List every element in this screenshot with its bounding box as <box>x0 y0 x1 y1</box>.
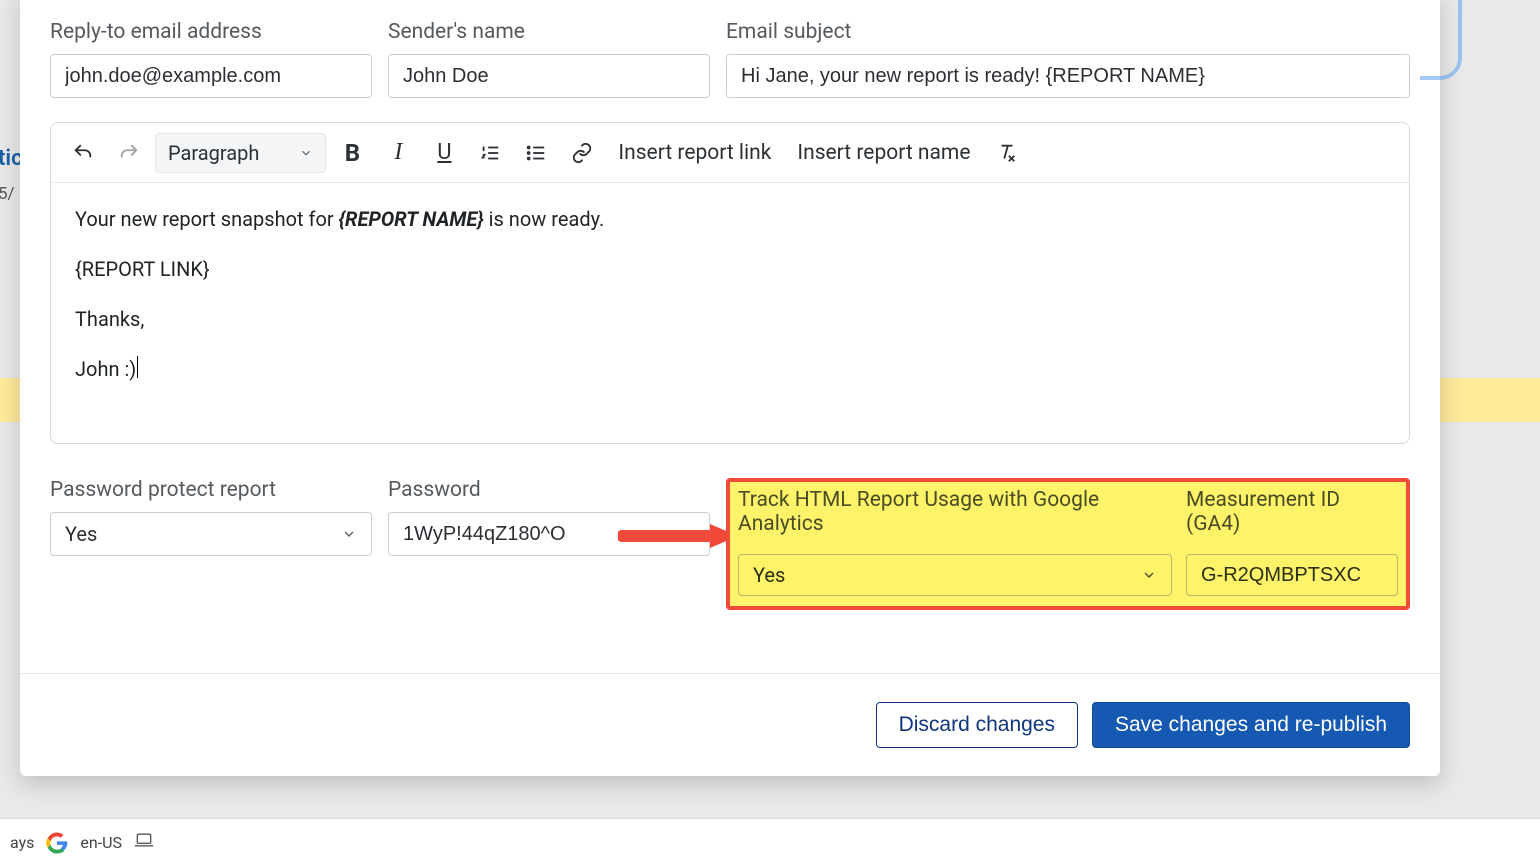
ga-measurement-id-label: Measurement ID (GA4) <box>1186 488 1398 536</box>
chevron-down-icon <box>1141 567 1157 583</box>
modal-footer: Discard changes Save changes and re-publ… <box>20 673 1440 776</box>
redo-button[interactable] <box>109 133 149 173</box>
reply-to-input[interactable] <box>50 54 372 98</box>
google-icon <box>46 832 68 854</box>
ga-measurement-id-input[interactable] <box>1186 554 1398 596</box>
ga-track-value: Yes <box>753 563 785 587</box>
text-cursor <box>137 356 138 378</box>
password-protect-label: Password protect report <box>50 478 372 502</box>
status-locale: en-US <box>80 833 122 852</box>
editor-line: {REPORT LINK} <box>75 253 1385 285</box>
editor-toolbar: Paragraph B I U Insert report link Inser… <box>51 123 1409 183</box>
unordered-list-button[interactable] <box>516 133 556 173</box>
undo-icon <box>72 142 94 164</box>
status-bar: ays en-US <box>0 818 1540 866</box>
email-subject-input[interactable] <box>726 54 1410 98</box>
underline-button[interactable]: U <box>424 133 464 173</box>
chevron-down-icon <box>341 526 357 542</box>
save-button[interactable]: Save changes and re-publish <box>1092 702 1410 748</box>
ga-track-label: Track HTML Report Usage with Google Anal… <box>738 488 1172 536</box>
editor-text: John :) <box>75 357 136 381</box>
password-protect-select[interactable]: Yes <box>50 512 372 556</box>
paragraph-style-label: Paragraph <box>168 141 259 165</box>
discard-button[interactable]: Discard changes <box>876 702 1078 748</box>
insert-report-link-button[interactable]: Insert report link <box>608 133 781 173</box>
editor-text: Your new report snapshot for <box>75 207 339 231</box>
reply-to-label: Reply-to email address <box>50 20 372 44</box>
italic-button[interactable]: I <box>378 133 418 173</box>
ordered-list-button[interactable] <box>470 133 510 173</box>
bold-button[interactable]: B <box>332 133 372 173</box>
editor-content[interactable]: Your new report snapshot for {REPORT NAM… <box>51 183 1409 443</box>
password-label: Password <box>388 478 710 502</box>
editor-placeholder-bold: {REPORT NAME} <box>339 207 484 231</box>
annotation-arrow-icon <box>618 522 738 550</box>
scroll-indicator <box>1420 0 1462 80</box>
ga-track-select[interactable]: Yes <box>738 554 1172 596</box>
editor-line: John :) <box>75 353 1385 385</box>
sender-name-label: Sender's name <box>388 20 710 44</box>
link-button[interactable] <box>562 133 602 173</box>
email-body-editor: Paragraph B I U Insert report link Inser… <box>50 122 1410 444</box>
redo-icon <box>118 142 140 164</box>
unordered-list-icon <box>525 142 547 164</box>
report-settings-modal: Reply-to email address Sender's name Ema… <box>20 0 1440 776</box>
password-protect-value: Yes <box>65 522 97 546</box>
laptop-icon <box>134 832 154 853</box>
ordered-list-icon <box>479 142 501 164</box>
sender-name-input[interactable] <box>388 54 710 98</box>
editor-text: is now ready. <box>484 207 605 231</box>
undo-button[interactable] <box>63 133 103 173</box>
insert-report-name-button[interactable]: Insert report name <box>787 133 980 173</box>
chevron-down-icon <box>299 146 313 160</box>
email-subject-label: Email subject <box>726 20 1410 44</box>
ga-highlight-box: Track HTML Report Usage with Google Anal… <box>726 478 1410 610</box>
paragraph-style-select[interactable]: Paragraph <box>155 133 326 173</box>
link-icon <box>571 142 593 164</box>
backdrop-text-date: 5/ <box>0 184 15 204</box>
clear-format-icon <box>996 142 1018 164</box>
clear-format-button[interactable] <box>987 133 1027 173</box>
editor-line: Your new report snapshot for {REPORT NAM… <box>75 203 1385 235</box>
status-text-ays: ays <box>10 833 34 852</box>
editor-line: Thanks, <box>75 303 1385 335</box>
